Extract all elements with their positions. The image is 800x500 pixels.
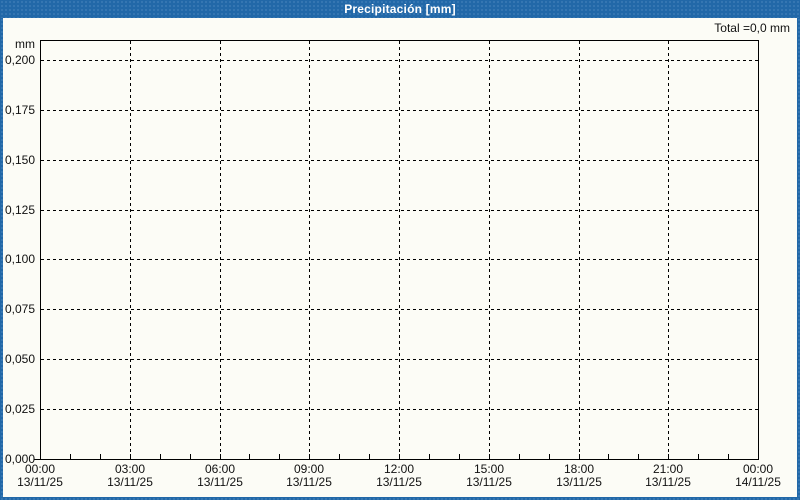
- x-tick-label: 00:00 14/11/25: [735, 463, 781, 489]
- x-tick-date: 13/11/25: [286, 475, 332, 489]
- x-tick-date: 13/11/25: [197, 475, 243, 489]
- x-tick-label: 21:00 13/11/25: [645, 463, 691, 489]
- x-tick-date: 13/11/25: [376, 475, 422, 489]
- x-tick-date: 13/11/25: [17, 475, 63, 489]
- x-tick-date: 13/11/25: [107, 475, 153, 489]
- y-tick-label: 0,125: [4, 203, 35, 217]
- x-tick-label: 12:00 13/11/25: [376, 463, 422, 489]
- x-tick-label: 15:00 13/11/25: [466, 463, 512, 489]
- y-tick-label: 0,100: [4, 252, 35, 266]
- y-tick-label: 0,150: [4, 153, 35, 167]
- x-tick-date: 13/11/25: [466, 475, 512, 489]
- x-tick-label: 00:00 13/11/25: [17, 463, 63, 489]
- y-tick-label: 0,175: [4, 103, 35, 117]
- x-tick-label: 03:00 13/11/25: [107, 463, 153, 489]
- x-tick-date: 13/11/25: [645, 475, 691, 489]
- x-tick-label: 09:00 13/11/25: [286, 463, 332, 489]
- chart-window: Precipitación [mm] Total =0,0 mm mm 0,20…: [0, 0, 800, 500]
- x-tick-label: 18:00 13/11/25: [556, 463, 602, 489]
- y-tick-label: 0,050: [4, 352, 35, 366]
- plot-area: [34, 40, 759, 460]
- x-tick-date: 13/11/25: [556, 475, 602, 489]
- x-tick-date: 14/11/25: [735, 475, 781, 489]
- x-tick-label: 06:00 13/11/25: [197, 463, 243, 489]
- y-tick-label: 0,075: [4, 302, 35, 316]
- y-tick-label: 0,200: [4, 53, 35, 67]
- y-tick-label: 0,025: [4, 402, 35, 416]
- y-axis-unit-label: mm: [15, 37, 35, 51]
